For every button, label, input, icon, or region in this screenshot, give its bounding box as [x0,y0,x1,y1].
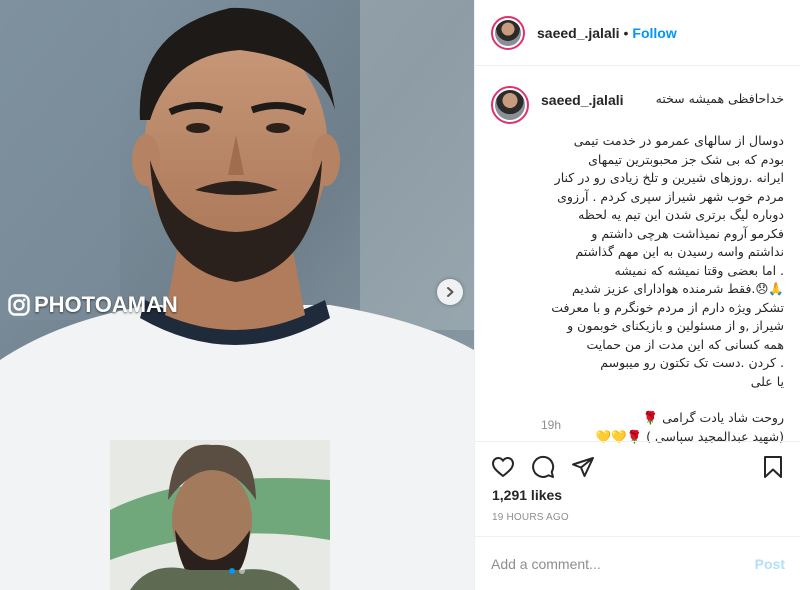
save-button[interactable] [759,453,787,481]
caption-line: دوباره لیگ برتری شدن این تیم یه لحظه [578,207,784,222]
post-image-panel[interactable]: PHOTOAMAN [0,0,474,590]
share-icon [572,456,594,477]
caption-line: 🙏😞.فقط شرمنده هوادارای عزیز شدیم [572,281,784,296]
chevron-right-icon [447,287,454,297]
caption-line: نداشتم واسه رسیدن به این مهم گذاشتم [575,244,784,259]
caption-line: فکرمو آروم نمیذاشت هرچی داشتم و [591,225,784,241]
caption-line: دوسال از سالهای عمرمو در خدمت تیمی [573,133,784,148]
like-button[interactable] [489,453,517,481]
header-username[interactable]: saeed_.jalali [537,25,620,41]
caption-line: شیراز ,و از مسئولین و بازیکنای خوبمون و [567,318,784,333]
caption-line: همه کسانی که این مدت از من حمایت [586,336,784,352]
comment-icon [532,455,555,478]
caption-tribute-line: روحت شاد یادت گرامی 🌹 [642,410,784,425]
post-timestamp[interactable]: 19 HOURS AGO [492,512,569,523]
post-header: saeed_.jalali • Follow [475,0,800,66]
caption: saeed_.jalali خداحافظی همیشه سخته دوسال … [491,86,784,446]
carousel-indicator [0,568,474,574]
comment-bar: Post [475,536,800,590]
next-slide-button[interactable] [437,279,463,305]
heart-icon [492,456,514,477]
comment-button[interactable] [529,453,557,481]
caption-line: . کردن .دست تک تکتون رو میبوسم [600,355,784,370]
caption-body: دوسال از سالهای عمرمو در خدمت تیمی بودم … [541,132,784,446]
follow-button[interactable]: Follow [632,25,676,41]
instagram-logo-icon [8,294,30,316]
caption-time-ago[interactable]: 19h [541,418,561,432]
comment-input[interactable] [491,555,755,572]
caption-avatar[interactable] [491,86,529,124]
caption-username[interactable]: saeed_.jalali [541,90,624,110]
post-comment-button[interactable]: Post [755,556,785,572]
avatar[interactable] [491,15,525,50]
caption-line: بودم که بی شک جز محبوبترین تیمهای [588,151,784,167]
carousel-dot [239,568,245,574]
action-bar [475,441,800,491]
post-details-panel: saeed_.jalali • Follow saeed_.jalali خدا… [474,0,800,590]
caption-line: ایرانه .روزهای شیرین و تلخ زیادی رو در ک… [554,170,784,185]
header-separator: • [623,24,629,41]
bookmark-icon [764,455,782,478]
photo-watermark: PHOTOAMAN [8,292,178,318]
caption-first-line: خداحافظی همیشه سخته [655,91,784,106]
caption-line: تشکر ویژه دارم از مردم خونگرم و با معرفت [551,299,784,315]
caption-line: مردم خوب شهر شیراز سپری کردم . آرزوی [557,188,784,204]
share-button[interactable] [569,453,597,481]
caption-line: یا علی [750,373,784,389]
carousel-dot-active [229,568,235,574]
watermark-text: PHOTOAMAN [34,292,178,317]
likes-count[interactable]: 1,291 likes [492,487,562,503]
caption-line: . اما بعضی وقتا نمیشه که نمیشه [614,262,784,278]
